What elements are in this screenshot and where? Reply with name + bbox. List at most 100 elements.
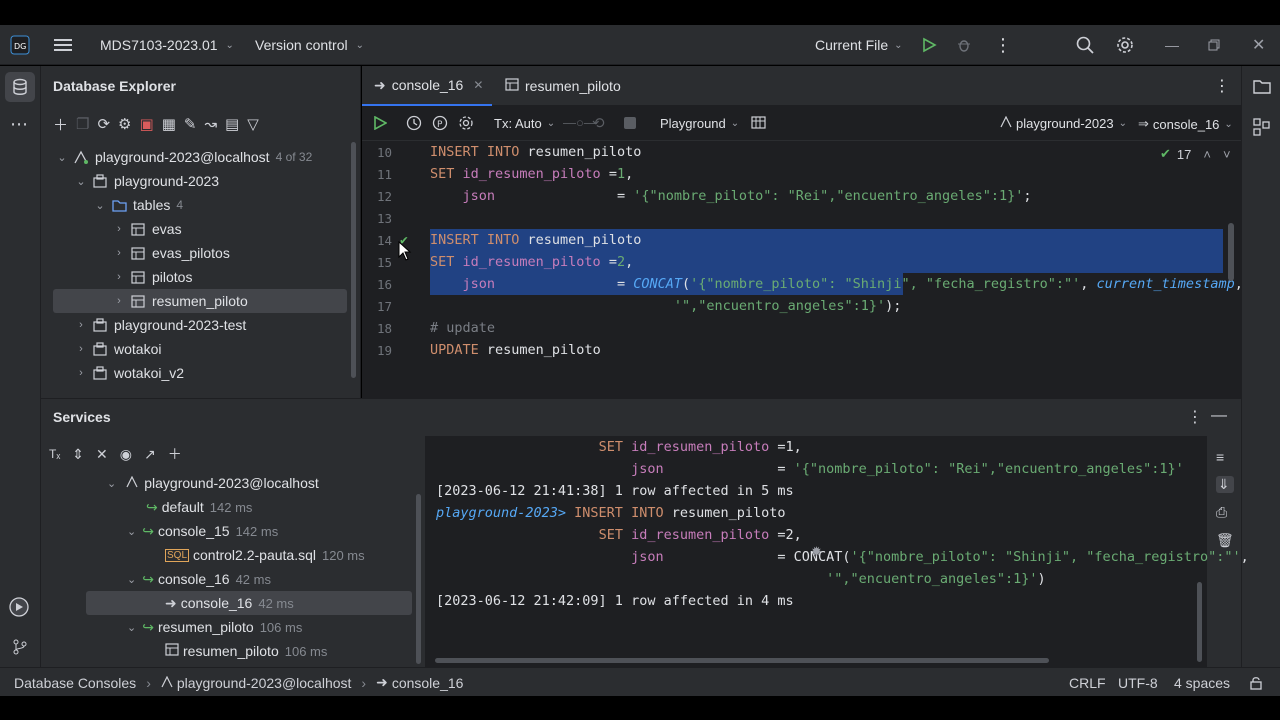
run-icon[interactable] (921, 25, 937, 65)
service-item-session[interactable]: ⌄ ↪ console_16 42 ms (127, 567, 271, 591)
minimize-icon[interactable]: — (1165, 25, 1179, 65)
collapse-all-icon[interactable]: ✕ (96, 446, 108, 463)
code-line[interactable]: 12 json = '{"nombre_piloto": "Rei","encu… (362, 185, 1241, 207)
line-number[interactable]: 17 (362, 299, 392, 314)
execute-icon[interactable] (373, 115, 388, 133)
main-menu-icon[interactable] (54, 25, 72, 65)
rollback-icon[interactable]: ⟲ (592, 114, 605, 132)
chevron-right-icon[interactable]: › (112, 271, 126, 283)
service-item-session[interactable]: ⌄ ↪ console_15 142 ms (127, 519, 278, 543)
breadcrumb-item[interactable]: Database Consoles (14, 675, 136, 691)
code-line[interactable]: 18 # update (362, 317, 1241, 339)
tx-icon[interactable]: Tₓ (49, 447, 60, 461)
add-icon[interactable]: ＋ (168, 444, 182, 464)
table-icon[interactable]: ▦ (162, 115, 176, 133)
hide-panel-icon[interactable]: — (1211, 407, 1227, 425)
folder-icon[interactable] (1253, 78, 1271, 97)
line-number[interactable]: 16 (362, 277, 392, 292)
chevron-right-icon[interactable]: › (112, 247, 126, 259)
line-number[interactable]: 12 (362, 189, 392, 204)
options-icon[interactable]: ⋮ (1187, 407, 1203, 427)
database-icon[interactable] (5, 72, 35, 102)
code-line[interactable]: 10 INSERT INTO resumen_piloto (362, 141, 1241, 163)
tab-options-icon[interactable]: ⋮ (1214, 66, 1230, 106)
services-icon[interactable] (8, 596, 30, 621)
tree-item-table[interactable]: › pilotos (41, 265, 347, 289)
tree-item-tables[interactable]: ⌄ tables 4 (41, 193, 347, 217)
code-line[interactable]: 17 '","encuentro_angeles":1}'); (362, 295, 1241, 317)
indent-setting[interactable]: 4 spaces (1174, 668, 1230, 697)
history-icon[interactable] (406, 115, 422, 134)
jump-icon[interactable]: ↝ (204, 115, 217, 133)
chevron-down-icon[interactable]: ⌄ (127, 621, 136, 634)
tree-item-schema[interactable]: › wotakoi (41, 337, 347, 361)
schema-selector[interactable]: Playground ⌄ (660, 116, 739, 131)
tree-item-schema[interactable]: › wotakoi_v2 (41, 361, 347, 385)
service-item-table[interactable]: resumen_piloto 106 ms (165, 639, 327, 663)
line-number[interactable]: 15 (362, 255, 392, 270)
console-selector[interactable]: ⇒ console_16 ⌄ (1138, 116, 1233, 132)
breadcrumb-item[interactable]: playground-2023@localhost (177, 675, 352, 691)
line-separator[interactable]: CRLF (1069, 668, 1106, 697)
vcs-menu[interactable]: Version control ⌄ (255, 25, 364, 65)
eye-icon[interactable]: ◉ (120, 446, 132, 463)
print-icon[interactable]: ⎙ (1216, 504, 1234, 521)
chevron-down-icon[interactable]: ⌄ (93, 199, 107, 212)
explain-plan-icon[interactable]: P (432, 115, 448, 134)
service-item-session[interactable]: ⌄ ↪ resumen_piloto 106 ms (127, 615, 302, 639)
tree-item-table[interactable]: › evas_pilotos (41, 241, 347, 265)
settings-gear-icon[interactable] (458, 115, 474, 134)
debug-icon[interactable] (956, 25, 972, 65)
vertical-scrollbar[interactable] (1197, 582, 1202, 662)
chevron-down-icon[interactable]: ⌄ (127, 525, 136, 538)
chevron-down-icon[interactable]: ⌄ (107, 477, 116, 490)
stop-icon[interactable] (624, 117, 636, 129)
code-line[interactable]: 19 UPDATE resumen_piloto (362, 339, 1241, 361)
tree-scrollbar[interactable] (416, 494, 421, 664)
datasource-selector[interactable]: playground-2023 ⌄ (1000, 115, 1127, 131)
disconnect-icon[interactable]: ▣ (140, 115, 154, 133)
search-icon[interactable] (1076, 25, 1094, 65)
query-output-console[interactable]: SET id_resumen_piloto =1, json = '{"nomb… (425, 436, 1249, 667)
tx-mode-selector[interactable]: Tx: Auto ⌄ (494, 116, 555, 131)
file-encoding[interactable]: UTF-8 (1118, 668, 1158, 697)
service-item-console-selected[interactable]: ➜ console_16 42 ms (86, 591, 412, 615)
code-line[interactable]: 14 INSERT INTO resumen_piloto (362, 229, 1241, 251)
tree-item-table[interactable]: › evas (41, 217, 347, 241)
code-line[interactable]: 16 json = CONCAT('{"nombre_piloto": "Shi… (362, 273, 1241, 295)
chevron-right-icon[interactable]: › (74, 343, 88, 355)
scroll-to-end-icon[interactable]: ⇓ (1216, 476, 1234, 493)
more-tools-icon[interactable]: ⋯ (10, 114, 28, 135)
run-config-selector[interactable]: Current File ⌄ (815, 25, 903, 65)
code-line[interactable]: 13 (362, 207, 1241, 229)
breadcrumb-item[interactable]: console_16 (392, 675, 464, 691)
chevron-right-icon[interactable]: › (112, 295, 126, 307)
code-line[interactable]: 15 SET id_resumen_piloto =2, (362, 251, 1241, 273)
tab-resumen-piloto[interactable]: resumen_piloto (505, 66, 621, 106)
close-tab-icon[interactable]: ✕ (473, 78, 483, 92)
line-number[interactable]: 10 (362, 145, 392, 160)
code-editor[interactable]: ✔ 17 ˄ ˅ ✔ 10 INSERT INTO resumen_piloto 1… (362, 141, 1241, 372)
service-item-session[interactable]: ↪ default 142 ms (146, 495, 252, 519)
line-number[interactable]: 11 (362, 167, 392, 182)
filter-icon[interactable]: ▽ (247, 115, 259, 133)
output-table-icon[interactable] (751, 116, 766, 132)
close-window-icon[interactable]: ✕ (1252, 25, 1265, 65)
line-number[interactable]: 18 (362, 321, 392, 336)
add-icon[interactable]: ＋ (53, 114, 68, 135)
line-number[interactable]: 14 (362, 233, 392, 248)
tree-item-datasource[interactable]: ⌄ playground-2023@localhost 4 of 32 (41, 145, 347, 169)
line-number[interactable]: 19 (362, 343, 392, 358)
tree-item-table-selected[interactable]: › resumen_piloto (53, 289, 347, 313)
tree-item-schema[interactable]: › playground-2023-test (41, 313, 347, 337)
git-branch-icon[interactable] (11, 638, 29, 659)
chevron-down-icon[interactable]: ⌄ (74, 175, 88, 188)
code-line[interactable]: 11 SET id_resumen_piloto =1, (362, 163, 1241, 185)
chevron-down-icon[interactable]: ⌄ (127, 573, 136, 586)
chevron-right-icon[interactable]: › (74, 367, 88, 379)
refresh-icon[interactable]: ⟳ (97, 115, 110, 133)
copy-icon[interactable]: ❐ (76, 115, 89, 133)
service-item-file[interactable]: SQL control2.2-pauta.sql 120 ms (165, 543, 365, 567)
editor-scrollbar[interactable] (1228, 223, 1234, 281)
line-number[interactable]: 13 (362, 211, 392, 226)
